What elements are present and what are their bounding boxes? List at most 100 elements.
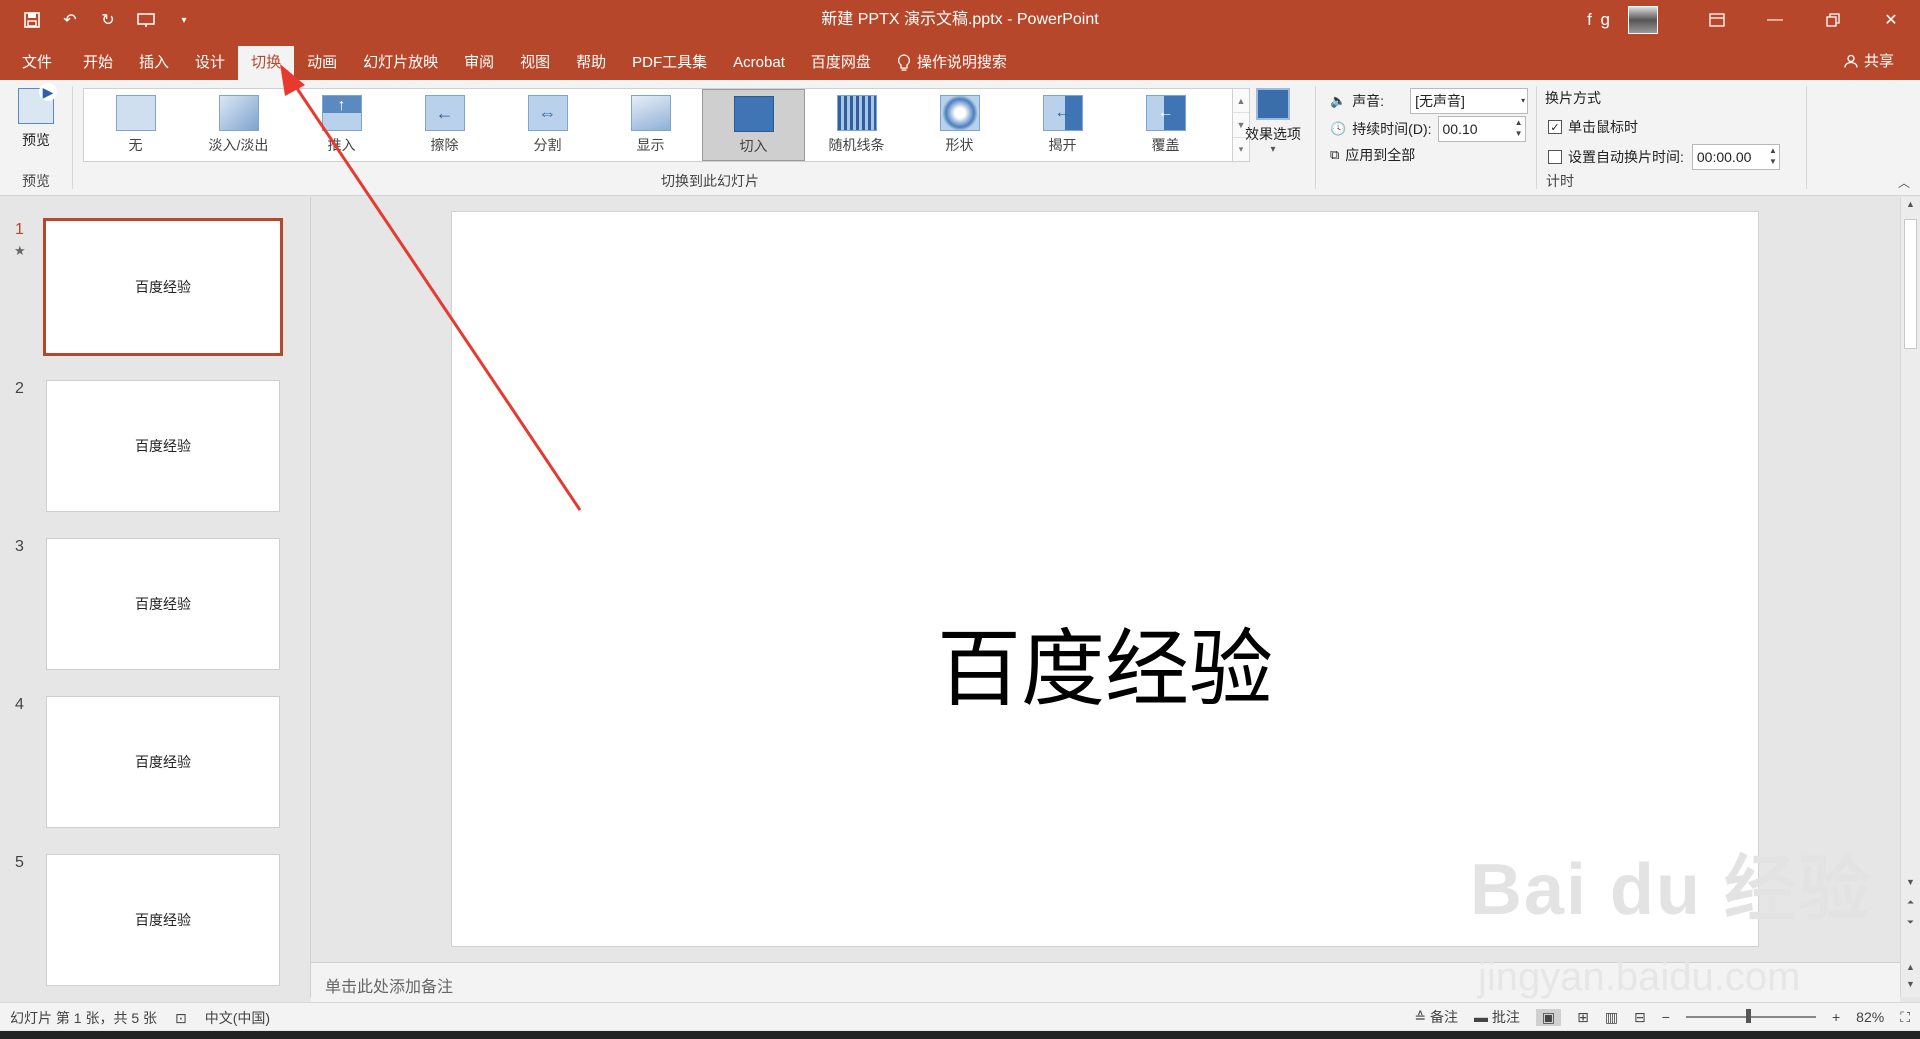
sound-value: [无声音] bbox=[1415, 93, 1465, 109]
comments-toggle-button[interactable]: ▬ 批注 bbox=[1474, 1007, 1520, 1027]
transition-push[interactable]: ↑ 推入 bbox=[290, 89, 393, 161]
close-icon[interactable]: ✕ bbox=[1862, 0, 1920, 40]
scroll-up-icon[interactable]: ▲ bbox=[1901, 199, 1920, 215]
transition-fade-icon bbox=[218, 95, 259, 131]
transition-cut-icon bbox=[733, 96, 774, 132]
transition-cover[interactable]: ← 覆盖 bbox=[1114, 89, 1217, 161]
zoom-level[interactable]: 82% bbox=[1856, 1009, 1884, 1025]
tab-home[interactable]: 开始 bbox=[70, 46, 126, 80]
collapse-ribbon-icon[interactable]: ︿ bbox=[1898, 174, 1910, 191]
tell-me-search[interactable]: 操作说明搜索 bbox=[884, 46, 1020, 80]
on-click-checkbox[interactable]: ✓ bbox=[1548, 120, 1562, 134]
zoom-out-icon[interactable]: − bbox=[1662, 1009, 1670, 1025]
effect-options-label: 效果选项 bbox=[1245, 126, 1301, 142]
ribbon-display-icon[interactable] bbox=[1688, 0, 1746, 40]
tab-insert[interactable]: 插入 bbox=[126, 46, 182, 80]
tab-transitions[interactable]: 切换 bbox=[238, 46, 295, 80]
slide-thumbnail[interactable]: 百度经验 bbox=[46, 538, 280, 670]
fit-slide-icon[interactable]: ⛶ bbox=[1900, 1009, 1910, 1026]
transition-shape[interactable]: 形状 bbox=[908, 89, 1011, 161]
slide-thumbnail[interactable]: 百度经验 bbox=[43, 218, 283, 356]
slide-sorter-icon[interactable]: ⊞ bbox=[1577, 1009, 1589, 1026]
spinner-icon[interactable]: ▲ ▼ bbox=[1769, 145, 1777, 167]
transition-label: 切入 bbox=[739, 138, 768, 154]
sound-select[interactable]: [无声音] ▾ bbox=[1410, 88, 1529, 114]
duration-input[interactable]: 00.10 ▲ ▼ bbox=[1437, 116, 1526, 142]
group-divider bbox=[72, 86, 73, 189]
after-time-checkbox[interactable] bbox=[1548, 150, 1562, 164]
transition-cut[interactable]: 切入 bbox=[702, 89, 805, 161]
clock-icon: 🕓 bbox=[1330, 121, 1347, 136]
on-click-label: 单击鼠标时 bbox=[1568, 119, 1638, 135]
share-button[interactable]: 共享 bbox=[1844, 50, 1894, 71]
notes-icon: ≙ bbox=[1414, 1009, 1427, 1025]
notes-scroll-up-icon[interactable]: ▲ bbox=[1901, 962, 1920, 978]
zoom-slider[interactable] bbox=[1685, 1009, 1816, 1023]
slide-title-text[interactable]: 百度经验 bbox=[452, 602, 1758, 723]
slide-number: 3 bbox=[15, 538, 24, 555]
baidu-watermark-url: jingyan.baidu.com bbox=[1478, 955, 1801, 999]
ribbon-tabs: 文件 开始 插入 设计 切换 动画 幻灯片放映 审阅 视图 帮助 PDF工具集 … bbox=[0, 40, 1920, 80]
zoom-slider-knob[interactable] bbox=[1745, 1009, 1751, 1023]
transition-wipe[interactable]: ← 擦除 bbox=[393, 89, 496, 161]
person-icon bbox=[1844, 54, 1858, 68]
next-slide-icon[interactable]: ⏷ bbox=[1901, 917, 1920, 933]
scroll-thumb[interactable] bbox=[1904, 219, 1917, 349]
reading-view-icon[interactable]: ▥ bbox=[1605, 1009, 1618, 1026]
slide-thumbnail[interactable]: 百度经验 bbox=[46, 696, 280, 828]
pane-splitter[interactable] bbox=[310, 197, 311, 997]
accessibility-icon[interactable]: ⊡ bbox=[175, 1010, 187, 1027]
effect-options-button[interactable]: 效果选项 ▾ bbox=[1240, 88, 1306, 155]
apply-to-all-button[interactable]: ⧉ 应用到全部 bbox=[1330, 145, 1415, 165]
tab-help[interactable]: 帮助 bbox=[563, 46, 619, 80]
slide-thumbnail[interactable]: 百度经验 bbox=[46, 854, 280, 986]
tab-acrobat[interactable]: Acrobat bbox=[720, 46, 798, 80]
avatar[interactable] bbox=[1628, 6, 1658, 34]
baidu-watermark-logo: Bai du 经验 bbox=[1470, 850, 1873, 930]
slide-thumbnails-pane: 1 ★ 百度经验 2 百度经验 3 百度经验 4 百度经验 5 百度经验 bbox=[0, 197, 310, 997]
sound-label: 声音: bbox=[1352, 93, 1385, 109]
zoom-in-icon[interactable]: + bbox=[1832, 1009, 1840, 1025]
transition-split-icon: ⇔ bbox=[527, 95, 568, 131]
tab-review[interactable]: 审阅 bbox=[451, 46, 507, 80]
previous-slide-icon[interactable]: ⏶ bbox=[1901, 897, 1920, 913]
slideshow-icon[interactable]: ⊟ bbox=[1634, 1009, 1646, 1026]
notes-scroll-down-icon[interactable]: ▼ bbox=[1901, 979, 1920, 995]
tab-view[interactable]: 视图 bbox=[507, 46, 563, 80]
transition-none[interactable]: 无 bbox=[84, 89, 187, 161]
transition-label: 分割 bbox=[533, 137, 562, 153]
speaker-icon: 🔈 bbox=[1330, 93, 1347, 108]
slide-number: 5 bbox=[15, 854, 24, 871]
transition-split[interactable]: ⇔ 分割 bbox=[496, 89, 599, 161]
language-indicator[interactable]: 中文(中国) bbox=[205, 1008, 270, 1028]
normal-view-icon[interactable]: ▣ bbox=[1535, 1008, 1562, 1026]
minimize-icon[interactable]: — bbox=[1746, 0, 1804, 40]
slide-thumbnail[interactable]: 百度经验 bbox=[46, 380, 280, 512]
transition-reveal[interactable]: 显示 bbox=[599, 89, 702, 161]
chevron-down-icon: ▾ bbox=[1270, 144, 1276, 155]
on-click-checkbox-row[interactable]: ✓ 单击鼠标时 bbox=[1548, 117, 1638, 137]
user-name[interactable]: f g bbox=[1587, 10, 1612, 30]
preview-button[interactable]: 预览 bbox=[14, 83, 58, 150]
tab-design[interactable]: 设计 bbox=[182, 46, 238, 80]
transition-random-bars[interactable]: 随机线条 bbox=[805, 89, 908, 161]
thumbnail-text: 百度经验 bbox=[135, 438, 191, 454]
scroll-down-icon[interactable]: ▼ bbox=[1901, 877, 1920, 893]
tab-file[interactable]: 文件 bbox=[0, 46, 70, 80]
tab-pdf-tools[interactable]: PDF工具集 bbox=[619, 46, 720, 80]
slide-number: 4 bbox=[15, 696, 24, 713]
advance-header: 换片方式 bbox=[1545, 90, 1601, 106]
restore-icon[interactable] bbox=[1804, 0, 1862, 40]
tab-animations[interactable]: 动画 bbox=[294, 46, 350, 80]
tab-slideshow[interactable]: 幻灯片放映 bbox=[350, 46, 451, 80]
after-time-input[interactable]: 00:00.00 ▲ ▼ bbox=[1691, 144, 1780, 170]
transition-random-bars-icon bbox=[836, 95, 877, 131]
notes-toggle-button[interactable]: ≙ 备注 bbox=[1414, 1007, 1458, 1027]
transition-fade[interactable]: 淡入/淡出 bbox=[187, 89, 290, 161]
vertical-scrollbar[interactable]: ▲ ▼ ⏶ ⏷ ▲ ▼ bbox=[1900, 197, 1920, 997]
spinner-icon[interactable]: ▲ ▼ bbox=[1515, 117, 1523, 139]
notes-placeholder: 单击此处添加备注 bbox=[325, 979, 454, 996]
chevron-down-icon: ▾ bbox=[1521, 96, 1526, 105]
tab-baidu-netdisk[interactable]: 百度网盘 bbox=[798, 46, 884, 80]
transition-uncover[interactable]: ← 揭开 bbox=[1011, 89, 1114, 161]
